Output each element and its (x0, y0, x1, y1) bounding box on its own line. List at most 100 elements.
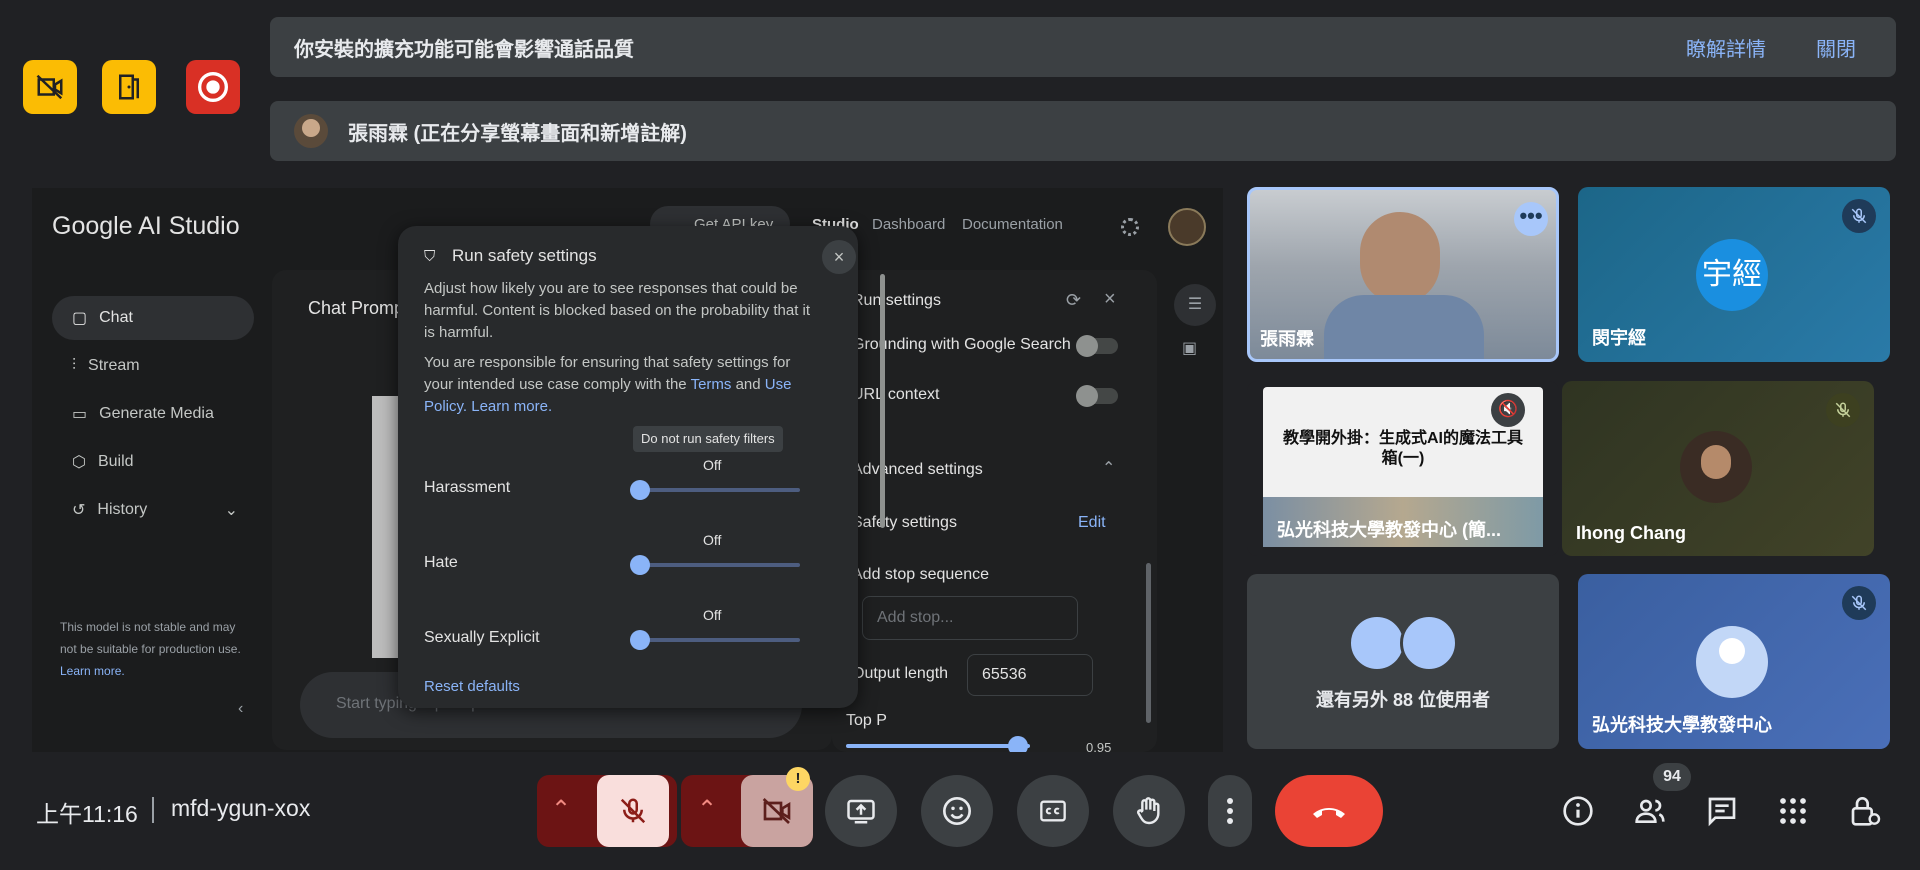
warning-badge-icon: ! (786, 767, 810, 791)
participant-tile-presenter[interactable]: ••• 張雨霖 (1247, 187, 1559, 362)
stop-sequence-label: Add stop sequence (852, 566, 989, 583)
media-icon: ▭ (72, 406, 88, 423)
close-dialog-button[interactable]: × (822, 240, 856, 274)
settings-gear-icon[interactable] (1121, 218, 1139, 236)
sidebar-item-generate-media[interactable]: ▭ Generate Media (52, 392, 254, 436)
more-vert-icon (1227, 798, 1233, 824)
participant-tile-hk[interactable]: 弘光科技大學教發中心 (1578, 574, 1890, 749)
participant-avatar (1680, 431, 1752, 503)
reset-icon[interactable]: ⟳ (1066, 290, 1081, 311)
top-p-slider[interactable] (846, 744, 1030, 748)
sidebar-item-chat[interactable]: ▢ Chat (52, 296, 254, 340)
dialog-scrollbar[interactable] (880, 274, 885, 528)
chat-title: Chat Prompt (308, 298, 410, 318)
others-count: 還有另外 88 位使用者 (1315, 690, 1491, 710)
participant-name: 弘光科技大學教發中心 (1592, 715, 1772, 735)
no-video-icon[interactable] (23, 60, 77, 114)
harassment-label: Harassment (424, 479, 511, 496)
emoji-button[interactable] (921, 775, 993, 847)
participant-name: 張雨霖 (1260, 329, 1314, 349)
stream-icon: ⫶ (72, 357, 77, 374)
lock-person-icon (1851, 797, 1881, 826)
nav-dashboard[interactable]: Dashboard (872, 216, 945, 233)
collapse-sidebar-icon[interactable]: ‹ (238, 700, 243, 718)
output-length-label: Output length (852, 665, 949, 682)
participant-tile-min[interactable]: 宇經 閔宇經 (1578, 187, 1890, 362)
others-avatar-1 (1348, 614, 1406, 672)
camera-off-icon (762, 798, 791, 824)
divider (152, 797, 154, 823)
harassment-slider[interactable] (638, 488, 800, 492)
stop-sequence-input[interactable]: Add stop... (862, 596, 1078, 640)
extension-warning-banner: 你安裝的擴充功能可能會影響通話品質 瞭解詳情 關閉 (270, 17, 1896, 77)
meeting-info-button[interactable] (1553, 786, 1603, 836)
top-p-label: Top P (846, 712, 887, 729)
meeting-time: 上午11:16 (36, 801, 138, 827)
volume-off-icon: 🔇 (1491, 393, 1525, 427)
output-length-input[interactable]: 65536 (967, 654, 1093, 696)
others-avatar-2 (1400, 614, 1458, 672)
close-banner-button[interactable]: 關閉 (1816, 33, 1856, 62)
top-p-value: 0.95 (1086, 740, 1112, 752)
url-context-toggle[interactable] (1076, 385, 1118, 407)
participant-name: Ihong Chang (1576, 523, 1686, 543)
activities-button[interactable] (1768, 786, 1818, 836)
banner-message: 你安裝的擴充功能可能會影響通話品質 (294, 38, 634, 61)
hate-thumb[interactable] (630, 555, 650, 575)
people-button[interactable] (1625, 786, 1675, 836)
reset-defaults-button[interactable]: Reset defaults (424, 678, 520, 695)
mic-off-icon (1842, 199, 1876, 233)
mic-toggle-button[interactable] (597, 775, 669, 847)
participant-name: 弘光科技大學教發中心 (簡... (1277, 520, 1501, 540)
participant-tile-presentation[interactable]: 教學開外掛：生成式AI的魔法工具箱(一) 🔇 弘光科技大學教發中心 (簡... (1247, 381, 1559, 556)
presenter-video (1360, 212, 1440, 304)
run-settings-scrollbar[interactable] (1146, 563, 1151, 723)
user-avatar[interactable] (1168, 208, 1206, 246)
harassment-thumb[interactable] (630, 480, 650, 500)
chevron-up-icon[interactable]: ⌃ (1102, 458, 1115, 478)
advanced-settings-label[interactable]: Advanced settings (852, 461, 983, 479)
captions-icon (1040, 800, 1066, 822)
nav-documentation[interactable]: Documentation (962, 216, 1063, 233)
door-exit-icon[interactable] (102, 60, 156, 114)
info-icon (1563, 796, 1593, 826)
safety-edit-button[interactable]: Edit (1078, 514, 1106, 532)
tune-icon[interactable]: ☰ (1174, 284, 1216, 326)
more-options-icon[interactable]: ••• (1514, 202, 1548, 236)
url-context-label: URL context (852, 386, 940, 403)
sexually-explicit-slider[interactable] (638, 638, 800, 642)
raise-hand-button[interactable] (1113, 775, 1185, 847)
sidebar-item-stream[interactable]: ⫶ Stream (52, 344, 254, 388)
terms-link[interactable]: Terms (691, 376, 732, 393)
layout-icon[interactable]: ▣ (1182, 338, 1197, 358)
hate-slider[interactable] (638, 563, 800, 567)
participant-count-badge: 94 (1653, 763, 1691, 791)
chat-button[interactable] (1697, 786, 1747, 836)
grounding-toggle[interactable] (1076, 335, 1118, 357)
participant-tile-ihong[interactable]: Ihong Chang (1562, 381, 1874, 556)
record-icon[interactable] (186, 60, 240, 114)
mic-options-chevron-icon[interactable]: ⌃ (551, 795, 571, 824)
host-controls-button[interactable] (1840, 786, 1890, 836)
camera-control-group: ⌃ ! (681, 767, 813, 847)
top-p-thumb[interactable] (1008, 736, 1028, 752)
present-screen-button[interactable] (825, 775, 897, 847)
mic-off-icon (1842, 586, 1876, 620)
presenter-text: 張雨霖 (正在分享螢幕畫面和新增註解) (348, 122, 687, 145)
disclaimer-learn-more-link[interactable]: Learn more. (60, 664, 125, 678)
learn-more-link[interactable]: 瞭解詳情 (1686, 33, 1766, 62)
sidebar-item-history[interactable]: ↺ History ⌄ (52, 488, 254, 532)
camera-options-chevron-icon[interactable]: ⌃ (697, 795, 717, 824)
leave-call-button[interactable] (1275, 775, 1383, 847)
more-options-button[interactable] (1208, 775, 1252, 847)
hate-value: Off (703, 532, 722, 548)
safety-settings-label: Safety settings (852, 514, 957, 531)
people-icon (1635, 799, 1665, 823)
captions-button[interactable] (1017, 775, 1089, 847)
sexually-explicit-thumb[interactable] (630, 630, 650, 650)
dialog-learn-more-link[interactable]: Learn more. (471, 398, 552, 415)
others-tile[interactable]: 還有另外 88 位使用者 (1247, 574, 1559, 749)
build-icon: ⬡ (72, 454, 86, 471)
close-run-settings-icon[interactable]: × (1104, 288, 1116, 311)
sidebar-item-build[interactable]: ⬡ Build (52, 440, 254, 484)
